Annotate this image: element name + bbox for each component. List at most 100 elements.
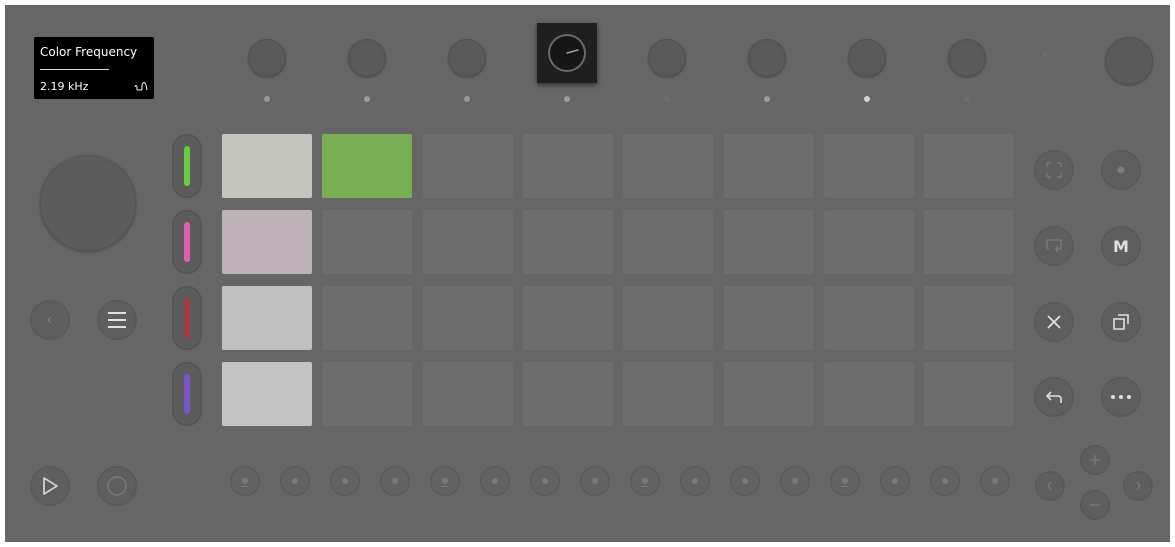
chevron-left-icon	[1047, 481, 1052, 491]
pad-r2-c8[interactable]	[924, 210, 1015, 274]
track-select-4[interactable]	[172, 362, 202, 426]
pad-r3-c8[interactable]	[924, 286, 1015, 350]
pad-r2-c6[interactable]	[723, 210, 814, 274]
pad-r1-c4[interactable]	[522, 134, 613, 198]
record-icon	[107, 476, 127, 496]
plus-icon	[1090, 455, 1100, 465]
master-volume-knob[interactable]	[1105, 37, 1153, 85]
loop-button[interactable]	[1034, 226, 1074, 266]
encoder-knob-5[interactable]	[648, 39, 686, 77]
step-button-2[interactable]	[280, 466, 310, 496]
step-button-14[interactable]	[880, 466, 910, 496]
pad-r1-c1[interactable]	[222, 134, 312, 198]
encoder-knob-6[interactable]	[748, 39, 786, 77]
pad-r4-c6[interactable]	[723, 362, 814, 426]
knob-indicator-4	[564, 96, 570, 102]
pad-r2-c7[interactable]	[823, 210, 914, 274]
more-button[interactable]	[1101, 377, 1141, 417]
pad-r4-c1[interactable]	[222, 362, 312, 426]
clear-button[interactable]	[1034, 302, 1074, 342]
pad-r2-c3[interactable]	[422, 210, 513, 274]
pad-r4-c2[interactable]	[322, 362, 413, 426]
record-dot-icon	[1117, 166, 1125, 174]
pad-r3-c7[interactable]	[823, 286, 914, 350]
menu-button[interactable]	[97, 300, 137, 340]
encoder-knob-1[interactable]	[248, 39, 286, 77]
pad-r1-c6[interactable]	[723, 134, 814, 198]
record-arm-button[interactable]	[1101, 150, 1141, 190]
pad-r4-c5[interactable]	[623, 362, 714, 426]
pad-r3-c5[interactable]	[623, 286, 714, 350]
encoder-knob-8[interactable]	[948, 39, 986, 77]
step-dot-icon	[492, 478, 498, 484]
pad-r1-c7[interactable]	[823, 134, 914, 198]
jog-wheel[interactable]	[40, 155, 136, 251]
step-button-13[interactable]	[830, 466, 860, 496]
step-dot-icon	[892, 478, 898, 484]
knob-indicator-6	[764, 96, 770, 102]
chevron-left-icon	[47, 316, 52, 324]
encoder-knob-4-selected[interactable]	[537, 23, 597, 83]
capture-button[interactable]	[1034, 150, 1074, 190]
pad-r2-c4[interactable]	[522, 210, 613, 274]
nav-right-button[interactable]	[1123, 471, 1153, 501]
back-button[interactable]	[30, 300, 70, 340]
pad-r3-c6[interactable]	[723, 286, 814, 350]
play-button[interactable]	[30, 466, 70, 506]
more-icon	[1111, 395, 1131, 399]
pad-r4-c8[interactable]	[924, 362, 1015, 426]
pad-r1-c3[interactable]	[422, 134, 513, 198]
step-dot-icon	[942, 478, 948, 484]
step-dot-icon	[692, 478, 698, 484]
encoder-knob-7[interactable]	[848, 39, 886, 77]
duplicate-icon	[1113, 314, 1129, 330]
pad-r3-c4[interactable]	[522, 286, 613, 350]
encoder-knob-2[interactable]	[348, 39, 386, 77]
pad-r1-c2[interactable]	[322, 134, 413, 198]
pad-r4-c4[interactable]	[522, 362, 613, 426]
pad-r2-c1[interactable]	[222, 210, 312, 274]
track-color-bar	[184, 146, 190, 186]
step-button-3[interactable]	[330, 466, 360, 496]
step-bar-marker	[441, 486, 449, 487]
track-select-3[interactable]	[172, 286, 202, 350]
step-button-15[interactable]	[930, 466, 960, 496]
pad-r3-c3[interactable]	[422, 286, 513, 350]
menu-icon	[108, 312, 126, 328]
knob-indicator-1	[264, 96, 270, 102]
minus-button[interactable]	[1080, 490, 1110, 520]
nav-left-button[interactable]	[1035, 471, 1065, 501]
play-icon	[43, 477, 58, 495]
step-button-10[interactable]	[680, 466, 710, 496]
step-button-7[interactable]	[530, 466, 560, 496]
plus-button[interactable]	[1080, 445, 1110, 475]
mute-button[interactable]: M	[1101, 226, 1141, 266]
step-button-16[interactable]	[980, 466, 1010, 496]
pad-r4-c7[interactable]	[823, 362, 914, 426]
pad-r1-c8[interactable]	[924, 134, 1015, 198]
pad-r1-c5[interactable]	[623, 134, 714, 198]
pad-r3-c1[interactable]	[222, 286, 312, 350]
encoder-knob-3[interactable]	[448, 39, 486, 77]
step-button-4[interactable]	[380, 466, 410, 496]
step-button-1[interactable]	[230, 466, 260, 496]
step-button-6[interactable]	[480, 466, 510, 496]
pad-r2-c2[interactable]	[322, 210, 413, 274]
undo-button[interactable]	[1034, 377, 1074, 417]
duplicate-button[interactable]	[1101, 302, 1141, 342]
step-button-11[interactable]	[730, 466, 760, 496]
step-button-8[interactable]	[580, 466, 610, 496]
record-button[interactable]	[97, 466, 137, 506]
step-dot-icon	[442, 478, 448, 484]
step-button-9[interactable]	[630, 466, 660, 496]
step-button-12[interactable]	[780, 466, 810, 496]
step-dot-icon	[992, 478, 998, 484]
track-select-1[interactable]	[172, 134, 202, 198]
pad-r2-c5[interactable]	[623, 210, 714, 274]
pad-r4-c3[interactable]	[422, 362, 513, 426]
track-select-2[interactable]	[172, 210, 202, 274]
step-button-5[interactable]	[430, 466, 460, 496]
parameter-underline	[40, 69, 109, 70]
pad-r3-c2[interactable]	[322, 286, 413, 350]
knob-indicator-2	[364, 96, 370, 102]
